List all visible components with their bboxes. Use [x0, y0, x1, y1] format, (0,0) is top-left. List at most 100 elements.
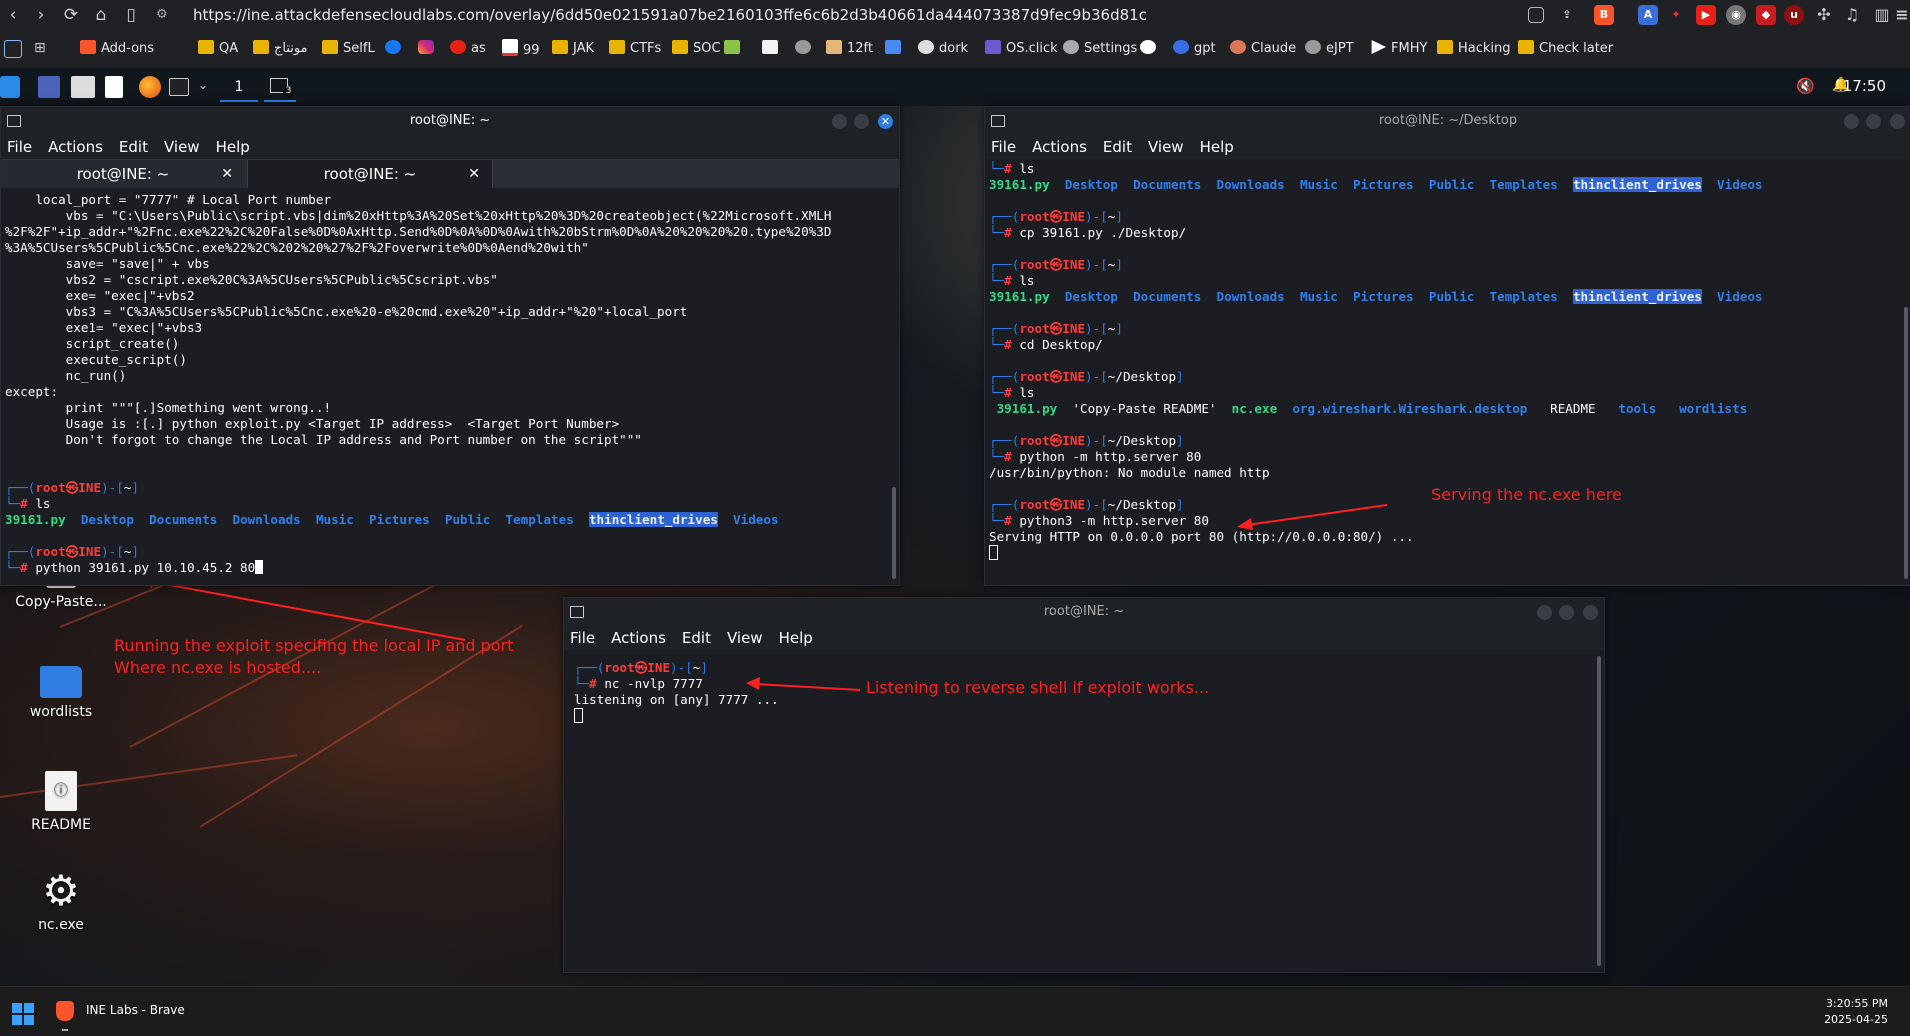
terminal-tab-2[interactable]: root@INE: ~ ✕ — [247, 160, 493, 188]
menu-file[interactable]: File — [570, 629, 595, 647]
bookmark-item[interactable]: 99 — [502, 39, 540, 59]
terminal-1-scrollbar[interactable] — [892, 487, 896, 579]
bookmark-item[interactable] — [385, 39, 406, 59]
bookmark-item[interactable] — [724, 39, 745, 59]
extension-icon-2[interactable]: ◉ — [1726, 5, 1746, 25]
desktop-icon-readme[interactable]: ⓘ README — [6, 771, 116, 833]
taskbar-brave-app[interactable]: INE Labs - Brave — [52, 991, 202, 1031]
terminal-dropdown-icon[interactable]: ⌄ — [198, 78, 208, 92]
bookmark-item[interactable]: dork — [918, 39, 968, 59]
menu-edit[interactable]: Edit — [119, 138, 148, 156]
file-manager-icon[interactable] — [71, 76, 95, 98]
maximize-button[interactable] — [854, 114, 869, 129]
address-bar[interactable]: ⚙ https://ine.attackdefensecloudlabs.com… — [156, 3, 1460, 27]
bookmark-item[interactable]: JAK — [552, 39, 594, 59]
menu-file[interactable]: File — [991, 138, 1016, 156]
terminal-window-3[interactable]: root@INE: ~ File Actions Edit View Help ┌──(… — [563, 597, 1605, 973]
bookmark-item[interactable]: مونتاج — [253, 39, 308, 59]
bookmark-item[interactable]: Settings — [1063, 39, 1137, 59]
bookmark-item[interactable]: 12ft — [826, 39, 873, 59]
maximize-button[interactable] — [1866, 114, 1881, 129]
bookmark-item[interactable] — [418, 39, 439, 59]
linux-clock[interactable]: 17:50 — [1843, 77, 1886, 95]
menu-actions[interactable]: Actions — [1032, 138, 1087, 156]
apps-grid-icon[interactable]: ⊞ — [34, 40, 46, 56]
extension-icon-3[interactable]: ◆ — [1756, 5, 1776, 25]
bookmark-item[interactable]: SOC — [672, 39, 721, 59]
terminal-1-titlebar[interactable]: root@INE: ~ ✕ — [1, 107, 899, 135]
desktop-icon-nc-exe[interactable]: ⚙ nc.exe — [6, 870, 116, 934]
sidebar-panel-icon[interactable] — [4, 40, 22, 58]
terminal-tab-1[interactable]: root@INE: ~ ✕ — [1, 160, 245, 188]
terminal-2-scrollbar[interactable] — [1904, 307, 1908, 579]
close-button[interactable] — [1890, 114, 1905, 129]
close-button[interactable] — [1583, 605, 1598, 620]
bookmark-item[interactable]: QA — [198, 39, 238, 59]
bookmark-item[interactable]: gpt — [1173, 39, 1216, 59]
bookmark-item[interactable] — [1140, 39, 1161, 59]
close-tab-icon[interactable]: ✕ — [468, 160, 480, 188]
bookmark-item[interactable]: OS.click — [985, 39, 1058, 59]
extensions-puzzle-icon[interactable]: ✣ — [1814, 5, 1834, 25]
terminal-1-output[interactable]: local_port = "7777" # Local Port number … — [1, 188, 899, 576]
menu-view[interactable]: View — [164, 138, 200, 156]
terminal-3-scrollbar[interactable] — [1597, 656, 1601, 966]
desktop-icon-wordlists[interactable]: wordlists — [6, 666, 116, 720]
extension-icon[interactable]: ✦ — [1666, 5, 1686, 25]
minimize-button[interactable] — [1844, 114, 1859, 129]
media-icon[interactable]: ♫ — [1842, 5, 1862, 25]
bookmark-item[interactable] — [885, 39, 906, 59]
menu-help[interactable]: Help — [216, 138, 250, 156]
bookmark-item[interactable]: SelfL — [322, 39, 375, 59]
menu-view[interactable]: View — [1148, 138, 1184, 156]
minimize-button[interactable] — [832, 114, 847, 129]
forward-icon[interactable]: › — [30, 4, 52, 26]
bookmark-item[interactable]: Hacking — [1437, 39, 1511, 59]
windows-clock[interactable]: 3:20:55 PM 2025-04-25 — [1824, 996, 1888, 1028]
menu-view[interactable]: View — [727, 629, 763, 647]
terminal-3-titlebar[interactable]: root@INE: ~ — [564, 598, 1604, 626]
text-editor-icon[interactable] — [105, 76, 123, 98]
home-icon[interactable]: ⌂ — [90, 4, 112, 26]
bookmark-item[interactable] — [762, 39, 783, 59]
maximize-button[interactable] — [1559, 605, 1574, 620]
menu-actions[interactable]: Actions — [611, 629, 666, 647]
sidebar-toggle-icon[interactable]: ▥ — [1872, 5, 1892, 25]
minimize-button[interactable] — [1537, 605, 1552, 620]
ublock-icon[interactable]: u — [1784, 5, 1804, 25]
youtube-ext-icon[interactable]: ▶ — [1696, 5, 1716, 25]
back-icon[interactable]: ‹ — [2, 4, 24, 26]
translate-ext-icon[interactable]: A — [1638, 5, 1658, 25]
brave-shields-icon[interactable]: B — [1594, 5, 1614, 25]
show-desktop-icon[interactable] — [38, 76, 60, 98]
close-tab-icon[interactable]: ✕ — [221, 160, 233, 188]
close-button[interactable]: ✕ — [878, 114, 893, 129]
terminal-task-button[interactable]: 3 — [264, 74, 296, 102]
page-icon[interactable] — [1528, 7, 1544, 23]
terminal-icon[interactable] — [169, 78, 189, 96]
windows-start-icon[interactable] — [12, 1003, 34, 1025]
kali-menu-icon[interactable] — [0, 76, 20, 98]
menu-edit[interactable]: Edit — [1103, 138, 1132, 156]
bookmark-page-icon[interactable]: ▯ — [120, 4, 142, 26]
bookmark-item[interactable]: Claude — [1230, 39, 1296, 59]
bookmark-item[interactable]: Check later — [1518, 39, 1613, 59]
workspace-switcher[interactable]: 1 — [220, 74, 258, 102]
bookmark-item[interactable]: Add-ons — [80, 39, 154, 59]
bookmark-item[interactable]: FMHY — [1370, 39, 1427, 59]
terminal-window-2[interactable]: root@INE: ~/Desktop File Actions Edit View H… — [984, 106, 1910, 586]
bookmark-item[interactable]: eJPT — [1305, 39, 1354, 59]
terminal-window-1[interactable]: root@INE: ~ ✕ File Actions Edit View Help ro… — [0, 106, 900, 586]
bookmark-item[interactable] — [795, 39, 816, 59]
menu-help[interactable]: Help — [1200, 138, 1234, 156]
menu-file[interactable]: File — [7, 138, 32, 156]
share-icon[interactable]: ⇪ — [1557, 5, 1577, 25]
terminal-2-titlebar[interactable]: root@INE: ~/Desktop — [985, 107, 1910, 135]
bookmark-item[interactable]: as — [450, 39, 486, 59]
firefox-icon[interactable] — [139, 76, 161, 98]
menu-edit[interactable]: Edit — [682, 629, 711, 647]
bookmark-item[interactable]: CTFs — [609, 39, 661, 59]
site-settings-icon[interactable]: ⚙ — [156, 3, 176, 27]
menu-actions[interactable]: Actions — [48, 138, 103, 156]
menu-help[interactable]: Help — [779, 629, 813, 647]
